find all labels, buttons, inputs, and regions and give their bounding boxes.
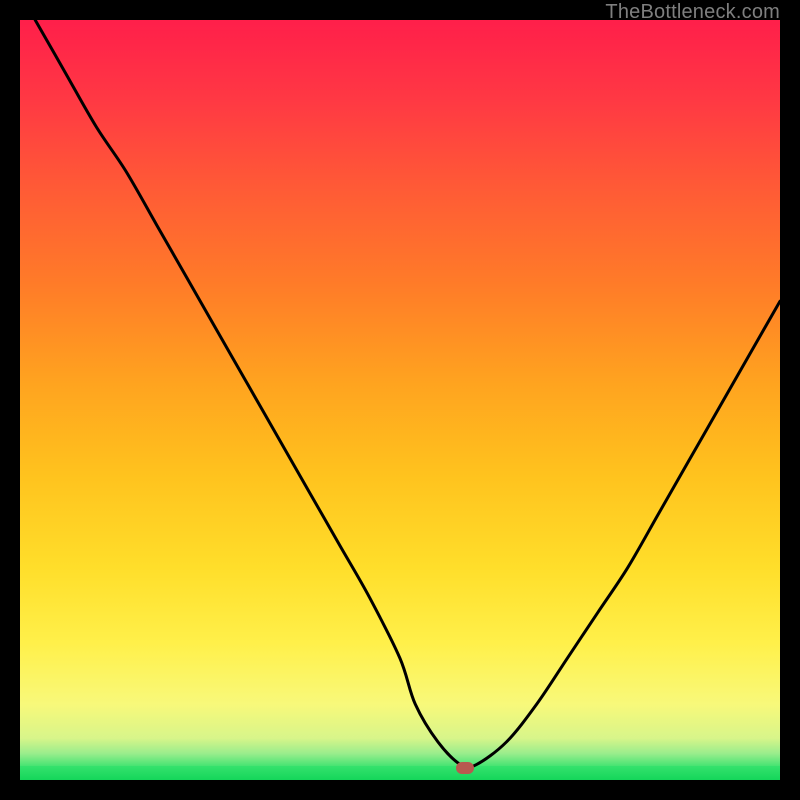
plot-frame: [20, 20, 780, 780]
optimal-point-marker: [456, 762, 474, 774]
curve-layer: [20, 20, 780, 780]
bottleneck-curve: [35, 20, 780, 768]
